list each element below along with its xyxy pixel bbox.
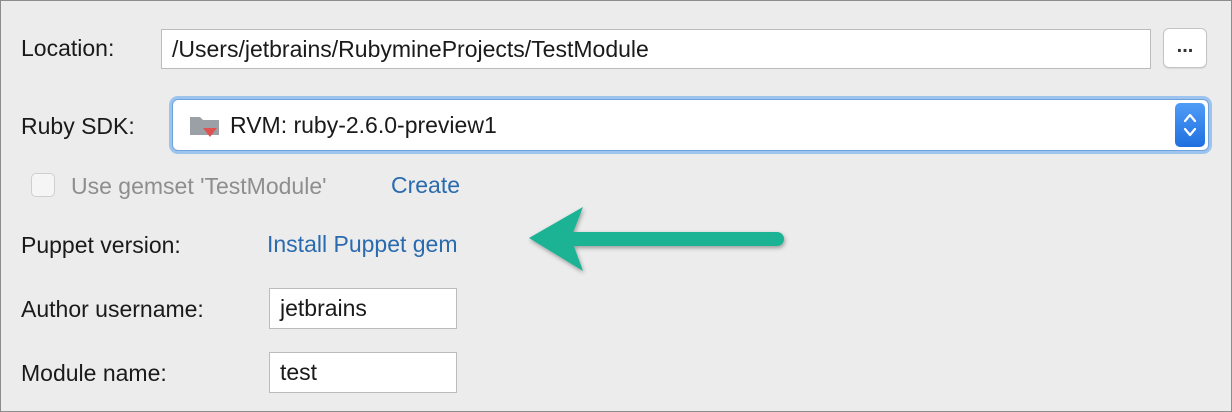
use-gemset-label: Use gemset 'TestModule' [71, 173, 327, 199]
module-name-input[interactable]: test [269, 352, 457, 393]
create-gemset-link[interactable]: Create [391, 171, 460, 199]
ruby-sdk-value: RVM: ruby-2.6.0-preview1 [230, 112, 497, 138]
install-puppet-gem-link[interactable]: Install Puppet gem [267, 230, 458, 258]
ruby-sdk-label: Ruby SDK: [21, 113, 135, 139]
author-username-label: Author username: [21, 296, 204, 322]
location-label: Location: [21, 35, 115, 61]
puppet-version-label: Puppet version: [21, 232, 181, 258]
new-module-dialog: Location: /Users/jetbrains/RubymineProje… [0, 0, 1232, 412]
location-input[interactable]: /Users/jetbrains/RubymineProjects/TestMo… [161, 29, 1151, 69]
browse-button[interactable]: ... [1163, 28, 1207, 68]
pointer-arrow-icon [529, 207, 784, 271]
ruby-sdk-dropdown[interactable]: RVM: ruby-2.6.0-preview1 [172, 99, 1209, 151]
up-down-chevron-icon[interactable] [1175, 103, 1205, 147]
use-gemset-checkbox[interactable] [31, 173, 55, 197]
module-name-label: Module name: [21, 360, 167, 386]
author-username-input[interactable]: jetbrains [269, 288, 457, 329]
ruby-folder-icon [189, 113, 223, 139]
